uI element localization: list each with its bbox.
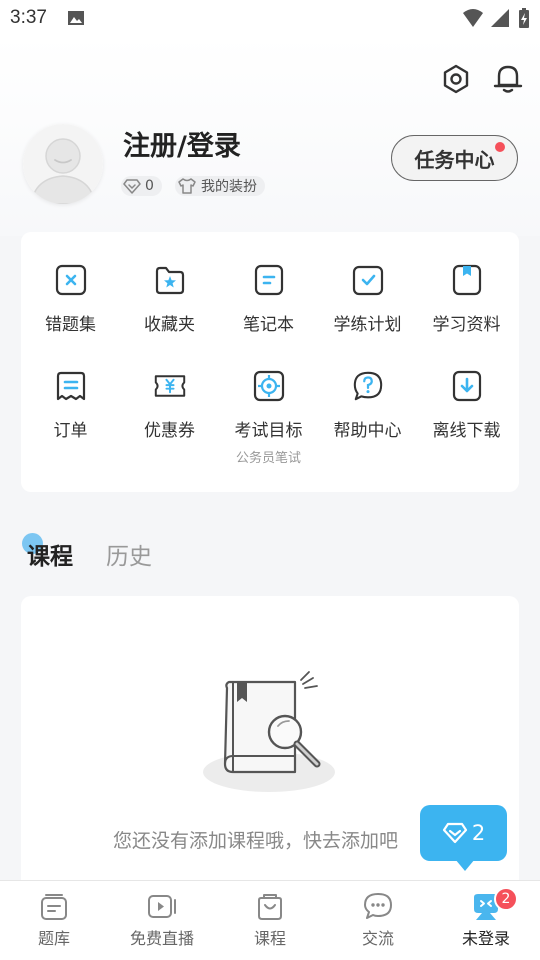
diamond-icon	[442, 822, 467, 844]
floating-count: 2	[471, 821, 486, 845]
status-bar: 3:37	[0, 0, 540, 36]
image-icon	[67, 11, 84, 25]
empty-book-illustration	[203, 671, 335, 792]
notebook-icon	[253, 264, 285, 296]
status-time: 3:37	[10, 7, 47, 28]
grid-item-study-plan[interactable]: 学练计划	[318, 264, 417, 335]
battery-icon	[519, 8, 529, 28]
function-grid: 错题集 收藏夹 笔记本 学练计划 学习资料 订单 优惠券 考试目标 公务员笔试 …	[21, 232, 519, 492]
grid-item-exam-target[interactable]: 考试目标 公务员笔试	[219, 370, 318, 466]
nav-label: 交流	[361, 929, 394, 948]
signal-icon	[491, 9, 509, 27]
points-chip[interactable]: 0	[121, 176, 162, 196]
grid-item-offline-download[interactable]: 离线下载	[417, 370, 516, 441]
grid-label: 学习资料	[432, 315, 501, 335]
question-bank-icon	[41, 894, 67, 920]
grid-item-order[interactable]: 订单	[21, 370, 120, 441]
grid-item-study-materials[interactable]: 学习资料	[417, 264, 516, 335]
grid-label: 优惠券	[144, 421, 195, 441]
floating-pointer	[455, 859, 475, 871]
bell-icon[interactable]	[492, 62, 524, 94]
grid-item-coupon[interactable]: 优惠券	[120, 370, 219, 441]
course-icon	[258, 894, 282, 920]
grid-label: 订单	[53, 421, 88, 441]
grid-item-notebook[interactable]: 笔记本	[219, 264, 318, 335]
nav-badge: 2	[494, 887, 518, 911]
nav-question-bank[interactable]: 题库	[0, 881, 108, 960]
exam-target-icon	[253, 370, 285, 402]
grid-label: 错题集	[45, 315, 96, 335]
nav-label: 课程	[253, 929, 286, 948]
outfit-chip[interactable]: 我的装扮	[175, 176, 265, 196]
settings-icon[interactable]	[441, 64, 471, 94]
task-notification-dot	[495, 142, 505, 152]
nav-badge-count: 2	[501, 891, 511, 907]
grid-item-wrong-questions[interactable]: 错题集	[21, 264, 120, 335]
grid-label: 学练计划	[333, 315, 402, 335]
nav-live[interactable]: 免费直播	[108, 881, 216, 960]
default-avatar-icon	[23, 124, 103, 204]
nav-chat[interactable]: 交流	[324, 881, 432, 960]
diamond-icon	[123, 179, 141, 194]
wrong-questions-icon	[55, 264, 87, 296]
study-plan-icon	[352, 264, 384, 296]
avatar[interactable]	[23, 124, 103, 204]
points-value: 0	[145, 178, 154, 194]
grid-label: 离线下载	[432, 421, 501, 441]
exam-target-subtitle: 公务员笔试	[235, 451, 301, 466]
nav-profile[interactable]: 未登录	[432, 881, 540, 960]
task-center-label: 任务中心	[414, 147, 495, 172]
chat-icon	[364, 893, 392, 919]
live-icon	[148, 895, 176, 918]
nav-label: 未登录	[461, 929, 510, 948]
grid-label: 帮助中心	[333, 421, 402, 441]
offline-download-icon	[451, 370, 483, 402]
login-title[interactable]: 注册/登录	[123, 124, 241, 163]
shirt-icon	[178, 178, 196, 194]
study-materials-icon	[451, 264, 483, 296]
help-icon	[352, 370, 384, 402]
outfit-label: 我的装扮	[201, 179, 257, 195]
bottom-nav: 题库 免费直播 课程 交流 未登录 2	[0, 880, 540, 960]
tab-courses[interactable]: 课程	[27, 537, 73, 571]
coupon-icon	[154, 370, 186, 402]
grid-label: 笔记本	[243, 315, 294, 335]
nav-label: 免费直播	[129, 929, 194, 948]
floating-diamond-button[interactable]: 2	[420, 805, 507, 861]
empty-message: 您还没有添加课程哦，快去添加吧	[113, 830, 399, 852]
grid-label: 考试目标	[234, 421, 303, 441]
grid-item-favorites[interactable]: 收藏夹	[120, 264, 219, 335]
nav-label: 题库	[37, 929, 70, 948]
order-icon	[55, 370, 87, 402]
favorites-icon	[154, 264, 186, 296]
grid-item-help[interactable]: 帮助中心	[318, 370, 417, 441]
wifi-icon	[463, 9, 483, 27]
nav-course[interactable]: 课程	[216, 881, 324, 960]
tab-history[interactable]: 历史	[106, 537, 152, 571]
grid-label: 收藏夹	[144, 315, 195, 335]
